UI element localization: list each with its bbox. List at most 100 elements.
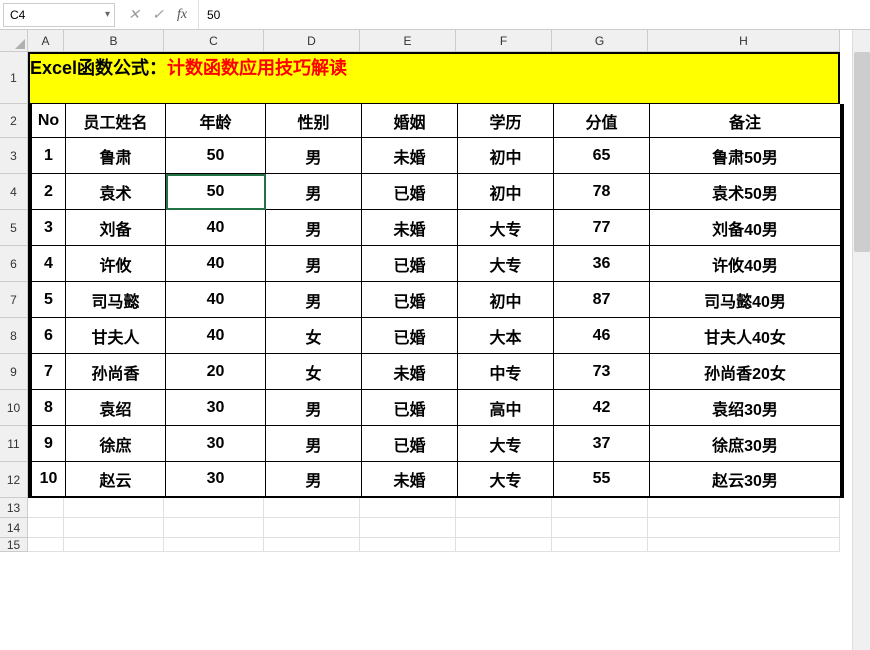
cell-B5[interactable]: 刘备 <box>66 210 166 246</box>
col-D[interactable]: D <box>264 30 360 52</box>
hdr-gender[interactable]: 性别 <box>266 104 362 138</box>
cell-A5[interactable]: 3 <box>30 210 66 246</box>
hdr-name[interactable]: 员工姓名 <box>66 104 166 138</box>
cell-H9[interactable]: 孙尚香20女 <box>650 354 842 390</box>
rowhead-6[interactable]: 6 <box>0 246 28 282</box>
cell-D10[interactable]: 男 <box>266 390 362 426</box>
cell-G6[interactable]: 36 <box>554 246 650 282</box>
cell-F4[interactable]: 初中 <box>458 174 554 210</box>
cell-A8[interactable]: 6 <box>30 318 66 354</box>
cell-F8[interactable]: 大本 <box>458 318 554 354</box>
cell-A15[interactable] <box>28 538 64 552</box>
cell-B14[interactable] <box>64 518 164 538</box>
cell-F5[interactable]: 大专 <box>458 210 554 246</box>
cell-G10[interactable]: 42 <box>554 390 650 426</box>
cell-B13[interactable] <box>64 498 164 518</box>
name-box[interactable]: C4 ▾ <box>3 3 115 27</box>
cell-G14[interactable] <box>552 518 648 538</box>
cell-A10[interactable]: 8 <box>30 390 66 426</box>
cell-C15[interactable] <box>164 538 264 552</box>
cell-H10[interactable]: 袁绍30男 <box>650 390 842 426</box>
vertical-scrollbar[interactable] <box>852 30 870 650</box>
cell-G9[interactable]: 73 <box>554 354 650 390</box>
cell-G11[interactable]: 37 <box>554 426 650 462</box>
cancel-icon[interactable]: ✕ <box>122 6 146 23</box>
cell-C11[interactable]: 30 <box>166 426 266 462</box>
cell-B8[interactable]: 甘夫人 <box>66 318 166 354</box>
hdr-no[interactable]: No <box>30 104 66 138</box>
cell-C13[interactable] <box>164 498 264 518</box>
cell-C14[interactable] <box>164 518 264 538</box>
cell-B9[interactable]: 孙尚香 <box>66 354 166 390</box>
cell-F10[interactable]: 高中 <box>458 390 554 426</box>
cell-B7[interactable]: 司马懿 <box>66 282 166 318</box>
cell-E6[interactable]: 已婚 <box>362 246 458 282</box>
cell-F14[interactable] <box>456 518 552 538</box>
confirm-icon[interactable]: ✓ <box>146 6 170 23</box>
col-F[interactable]: F <box>456 30 552 52</box>
formula-input[interactable]: 50 <box>199 3 870 27</box>
hdr-score[interactable]: 分值 <box>554 104 650 138</box>
cell-E12[interactable]: 未婚 <box>362 462 458 498</box>
cell-C5[interactable]: 40 <box>166 210 266 246</box>
cell-A7[interactable]: 5 <box>30 282 66 318</box>
rowhead-7[interactable]: 7 <box>0 282 28 318</box>
cell-C4[interactable]: 50 <box>166 174 266 210</box>
cell-E13[interactable] <box>360 498 456 518</box>
cell-G3[interactable]: 65 <box>554 138 650 174</box>
cell-H12[interactable]: 赵云30男 <box>650 462 842 498</box>
hdr-marital[interactable]: 婚姻 <box>362 104 458 138</box>
cell-H6[interactable]: 许攸40男 <box>650 246 842 282</box>
cell-E10[interactable]: 已婚 <box>362 390 458 426</box>
rowhead-15[interactable]: 15 <box>0 538 28 552</box>
cell-D4[interactable]: 男 <box>266 174 362 210</box>
cell-D12[interactable]: 男 <box>266 462 362 498</box>
rowhead-1[interactable]: 1 <box>0 52 28 104</box>
hdr-note[interactable]: 备注 <box>650 104 842 138</box>
col-G[interactable]: G <box>552 30 648 52</box>
rowhead-2[interactable]: 2 <box>0 104 28 138</box>
cell-H5[interactable]: 刘备40男 <box>650 210 842 246</box>
rowhead-3[interactable]: 3 <box>0 138 28 174</box>
cell-B6[interactable]: 许攸 <box>66 246 166 282</box>
cell-H4[interactable]: 袁术50男 <box>650 174 842 210</box>
cell-E7[interactable]: 已婚 <box>362 282 458 318</box>
cell-E8[interactable]: 已婚 <box>362 318 458 354</box>
cell-H13[interactable] <box>648 498 840 518</box>
cell-H15[interactable] <box>648 538 840 552</box>
cell-D15[interactable] <box>264 538 360 552</box>
cell-E4[interactable]: 已婚 <box>362 174 458 210</box>
cell-D5[interactable]: 男 <box>266 210 362 246</box>
cell-D11[interactable]: 男 <box>266 426 362 462</box>
cell-G5[interactable]: 77 <box>554 210 650 246</box>
dropdown-icon[interactable]: ▾ <box>105 9 110 20</box>
cell-A14[interactable] <box>28 518 64 538</box>
select-all-corner[interactable] <box>0 30 28 52</box>
col-C[interactable]: C <box>164 30 264 52</box>
cell-A12[interactable]: 10 <box>30 462 66 498</box>
cell-D8[interactable]: 女 <box>266 318 362 354</box>
cell-A6[interactable]: 4 <box>30 246 66 282</box>
rowhead-9[interactable]: 9 <box>0 354 28 390</box>
cell-C8[interactable]: 40 <box>166 318 266 354</box>
cell-B10[interactable]: 袁绍 <box>66 390 166 426</box>
cell-G7[interactable]: 87 <box>554 282 650 318</box>
cell-A4[interactable]: 2 <box>30 174 66 210</box>
cell-C9[interactable]: 20 <box>166 354 266 390</box>
cell-E15[interactable] <box>360 538 456 552</box>
cell-E5[interactable]: 未婚 <box>362 210 458 246</box>
cell-F3[interactable]: 初中 <box>458 138 554 174</box>
rowhead-4[interactable]: 4 <box>0 174 28 210</box>
cell-A9[interactable]: 7 <box>30 354 66 390</box>
rowhead-12[interactable]: 12 <box>0 462 28 498</box>
cell-B4[interactable]: 袁术 <box>66 174 166 210</box>
scroll-thumb[interactable] <box>854 52 870 252</box>
fx-icon[interactable]: fx <box>170 7 194 23</box>
cell-D6[interactable]: 男 <box>266 246 362 282</box>
cell-D13[interactable] <box>264 498 360 518</box>
hdr-age[interactable]: 年龄 <box>166 104 266 138</box>
cell-E11[interactable]: 已婚 <box>362 426 458 462</box>
cell-D3[interactable]: 男 <box>266 138 362 174</box>
cell-E9[interactable]: 未婚 <box>362 354 458 390</box>
cell-F15[interactable] <box>456 538 552 552</box>
